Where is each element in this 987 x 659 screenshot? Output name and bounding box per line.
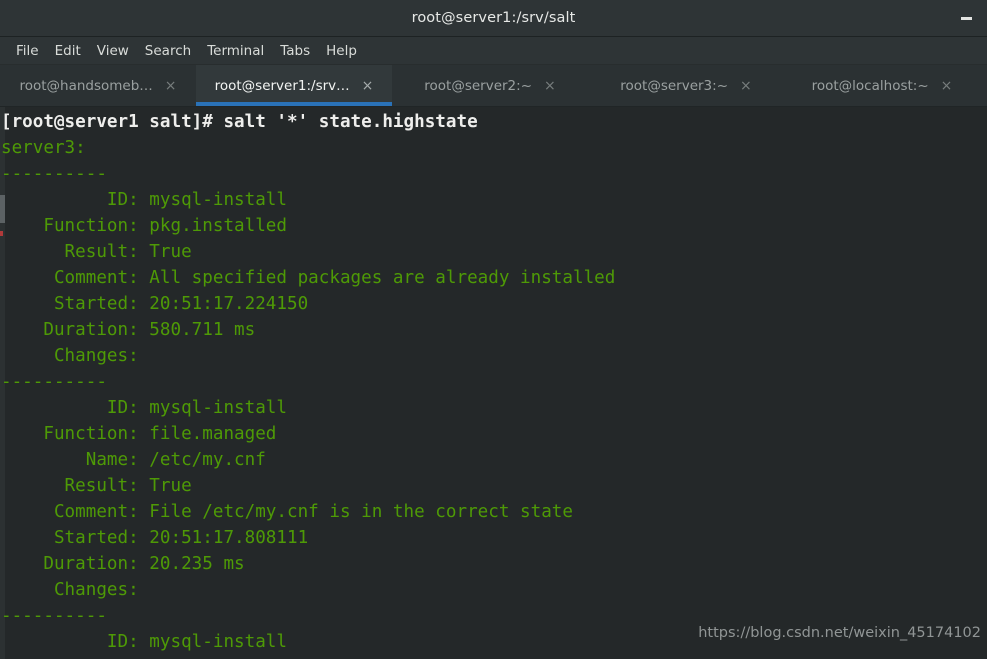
tab-label: root@localhost:~ <box>811 77 929 94</box>
tab-server2[interactable]: root@server2:~ × <box>392 65 588 106</box>
watermark-text: https://blog.csdn.net/weixin_45174102 <box>698 625 981 641</box>
window-title: root@server1:/srv/salt <box>411 10 576 26</box>
tab-handsomeb[interactable]: root@handsomeb… × <box>0 65 196 106</box>
terminal-line: Changes: <box>1 346 171 366</box>
terminal-line: Comment: File /etc/my.cnf is in the corr… <box>1 502 573 522</box>
close-icon[interactable]: × <box>362 79 374 93</box>
window-controls <box>955 0 977 36</box>
tab-label: root@server2:~ <box>424 77 532 94</box>
tab-label: root@server1:/srv… <box>214 77 350 94</box>
terminal-line: Function: service.running <box>1 655 987 659</box>
terminal-line: ---------- <box>1 164 107 184</box>
menu-item-tabs[interactable]: Tabs <box>272 41 318 61</box>
terminal-line: Changes: <box>1 580 171 600</box>
terminal-line: ID: mysql-install <box>1 398 287 418</box>
terminal-line: [root@server1 salt]# salt '*' state.high… <box>1 112 478 132</box>
terminal-line: Result: True <box>1 476 192 496</box>
menu-item-file[interactable]: File <box>8 41 47 61</box>
close-icon[interactable]: × <box>165 79 177 93</box>
close-icon[interactable]: × <box>941 79 953 93</box>
terminal-output-area[interactable]: [root@server1 salt]# salt '*' state.high… <box>0 107 987 659</box>
terminal-window: root@server1:/srv/salt File Edit View Se… <box>0 0 987 659</box>
terminal-line: server3: <box>1 138 86 158</box>
menu-bar: File Edit View Search Terminal Tabs Help <box>0 37 987 65</box>
close-icon[interactable]: × <box>740 79 752 93</box>
menu-item-help[interactable]: Help <box>318 41 365 61</box>
terminal-line: ID: mysql-install <box>1 190 287 210</box>
terminal-line: Name: /etc/my.cnf <box>1 450 266 470</box>
tab-bar: root@handsomeb… × root@server1:/srv… × r… <box>0 65 987 107</box>
menu-item-edit[interactable]: Edit <box>47 41 89 61</box>
terminal-line: Started: 20:51:17.808111 <box>1 528 309 548</box>
tab-label: root@handsomeb… <box>19 77 153 94</box>
tab-server1[interactable]: root@server1:/srv… × <box>196 65 392 106</box>
tab-localhost[interactable]: root@localhost:~ × <box>784 65 980 106</box>
terminal-line: Function: pkg.installed <box>1 216 287 236</box>
close-icon[interactable]: × <box>544 79 556 93</box>
tab-label: root@server3:~ <box>620 77 728 94</box>
terminal-line: Function: file.managed <box>1 424 277 444</box>
terminal-line: Started: 20:51:17.224150 <box>1 294 309 314</box>
terminal-line: Duration: 580.711 ms <box>1 320 256 340</box>
menu-item-view[interactable]: View <box>89 41 137 61</box>
terminal-line: Duration: 20.235 ms <box>1 554 245 574</box>
terminal-text: [root@server1 salt]# salt '*' state.high… <box>0 107 987 659</box>
terminal-line: ---------- <box>1 372 107 392</box>
terminal-line: Comment: All specified packages are alre… <box>1 268 616 288</box>
minimize-icon[interactable] <box>955 7 977 29</box>
menu-item-terminal[interactable]: Terminal <box>199 41 272 61</box>
menu-item-search[interactable]: Search <box>137 41 199 61</box>
terminal-line: Result: True <box>1 242 192 262</box>
tab-server3[interactable]: root@server3:~ × <box>588 65 784 106</box>
title-bar: root@server1:/srv/salt <box>0 0 987 37</box>
